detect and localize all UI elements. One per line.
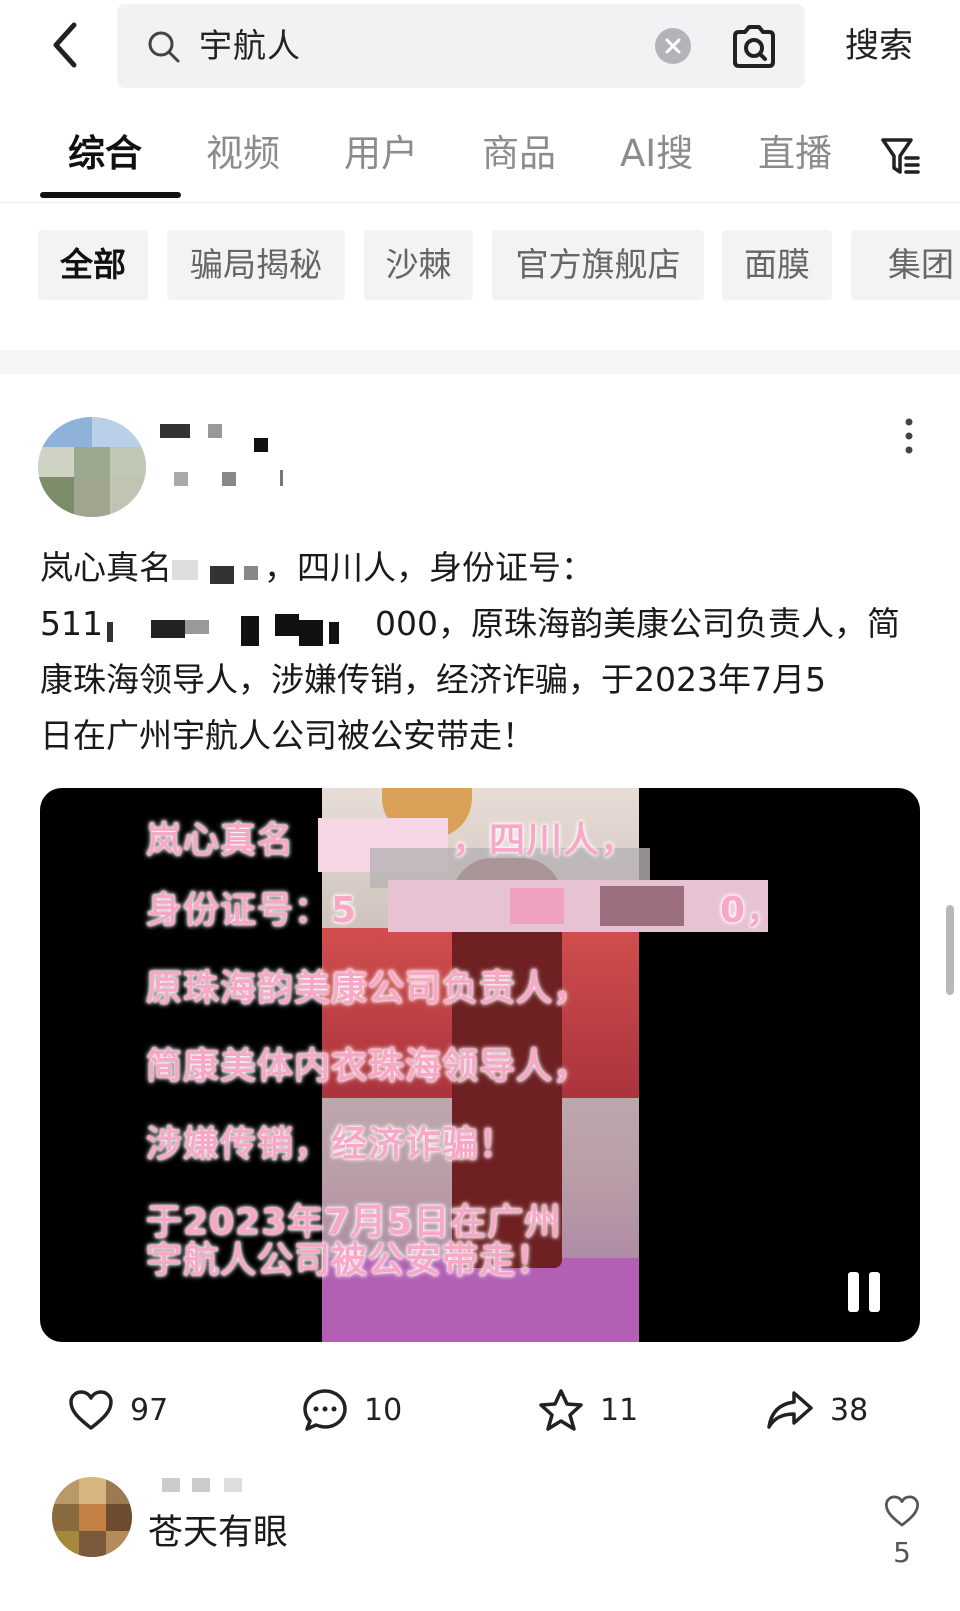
video-caption: 身份证号：5	[146, 890, 358, 931]
video-caption: 简康美体内衣珠海领导人，	[146, 1046, 591, 1087]
favorite-count: 11	[600, 1392, 639, 1428]
section-divider	[0, 350, 960, 374]
redacted-id-number	[103, 608, 375, 646]
share-icon	[767, 1391, 813, 1429]
close-icon	[665, 38, 681, 54]
chevron-left-icon	[53, 22, 77, 68]
chip-all[interactable]: 全部	[38, 230, 148, 300]
search-icon	[148, 31, 180, 63]
share-button[interactable]: 38	[766, 1380, 868, 1440]
post-line-3: 康珠海领导人，涉嫌传销，经济诈骗，于2023年7月5	[40, 660, 826, 699]
post-text: ，四川人，身份证号：	[264, 548, 594, 587]
chip-official-store[interactable]: 官方旗舰店	[492, 230, 704, 300]
post-text: 511	[40, 604, 103, 643]
heart-icon	[69, 1390, 113, 1430]
search-box[interactable]: 宇航人	[117, 4, 805, 88]
camera-search-icon[interactable]	[729, 24, 779, 70]
pixelated-avatar-image	[52, 1477, 132, 1557]
video-player[interactable]: 岚心真名 ，四川人， 身份证号：5 0， 原珠海韵美康公司负责人， 简康美体内衣…	[40, 788, 920, 1342]
pixelated-mask	[510, 888, 564, 924]
redacted-name	[172, 552, 264, 588]
video-caption: 涉嫌传销，经济诈骗！	[146, 1124, 517, 1165]
pause-icon[interactable]	[848, 1272, 884, 1312]
comment-text: 苍天有眼	[148, 1513, 289, 1553]
like-button[interactable]: 97	[68, 1380, 168, 1440]
comment-count: 10	[364, 1392, 403, 1428]
video-caption: 于2023年7月5日在广州	[146, 1202, 562, 1243]
scrollbar[interactable]	[946, 905, 954, 995]
chip-group[interactable]: 集团	[851, 230, 960, 300]
pixelated-avatar-image	[38, 417, 146, 517]
search-input[interactable]: 宇航人	[199, 22, 301, 70]
pixelated-mask	[600, 886, 684, 926]
post-line-2: 511 000，原珠海韵美康公司负责人，简	[40, 596, 920, 652]
comment-like-button[interactable]: 5	[880, 1494, 924, 1594]
search-header: 宇航人 搜索	[0, 0, 960, 95]
filter-icon[interactable]	[880, 134, 920, 178]
active-tab-indicator	[40, 192, 181, 198]
post-actions: 97 10 11 38	[0, 1380, 960, 1440]
pixelated-mask	[388, 880, 768, 932]
chip-scam-reveal[interactable]: 骗局揭秘	[167, 230, 345, 300]
author-name-redacted[interactable]	[158, 420, 283, 490]
search-results-page: 宇航人 搜索 综合 视频 用户 商品 AI搜 直播 全部 骗局揭秘 沙棘 官方旗…	[0, 0, 960, 1611]
tab-live[interactable]: 直播	[758, 128, 832, 180]
tab-video[interactable]: 视频	[206, 128, 280, 180]
comment-icon	[303, 1389, 347, 1431]
video-caption: 宇航人公司被公安带走！	[146, 1240, 554, 1281]
video-caption: 0，	[720, 890, 784, 931]
post-body: 岚心真名 ，四川人，身份证号： 511 000，原珠海韵美康公司负责人，简 康珠…	[40, 540, 920, 764]
chip-seabuckthorn[interactable]: 沙棘	[364, 230, 473, 300]
clear-search-button[interactable]	[655, 28, 691, 64]
favorite-button[interactable]: 11	[538, 1380, 638, 1440]
more-options-icon[interactable]	[894, 414, 924, 462]
tab-users[interactable]: 用户	[344, 128, 418, 180]
video-caption: 原珠海韵美康公司负责人，	[146, 968, 591, 1009]
tab-all[interactable]: 综合	[68, 128, 142, 180]
comment-like-count: 5	[893, 1536, 911, 1569]
commenter-name-redacted[interactable]	[158, 1476, 268, 1496]
filter-chips: 全部 骗局揭秘 沙棘 官方旗舰店 面膜 集团	[0, 230, 960, 302]
search-button[interactable]: 搜索	[845, 22, 913, 70]
tab-products[interactable]: 商品	[482, 128, 556, 180]
like-count: 97	[130, 1392, 169, 1428]
video-caption: 岚心真名	[146, 820, 295, 861]
post-line-1: 岚心真名 ，四川人，身份证号：	[40, 540, 920, 596]
chip-face-mask[interactable]: 面膜	[722, 230, 832, 300]
post-line-4: 日在广州宇航人公司被公安带走！	[40, 716, 535, 755]
heart-icon	[884, 1495, 920, 1527]
tab-ai-search[interactable]: AI搜	[620, 128, 693, 180]
commenter-avatar[interactable]	[52, 1477, 132, 1557]
author-avatar[interactable]	[38, 417, 146, 517]
video-caption: ，四川人，	[452, 820, 638, 861]
share-count: 38	[830, 1392, 869, 1428]
star-icon	[539, 1389, 583, 1431]
post-text: 岚心真名	[40, 548, 172, 587]
result-tabs: 综合 视频 用户 商品 AI搜 直播	[0, 118, 960, 203]
back-button[interactable]	[38, 18, 92, 72]
post-text: 000，原珠海韵美康公司负责人，简	[375, 604, 900, 643]
comment-button[interactable]: 10	[302, 1380, 402, 1440]
